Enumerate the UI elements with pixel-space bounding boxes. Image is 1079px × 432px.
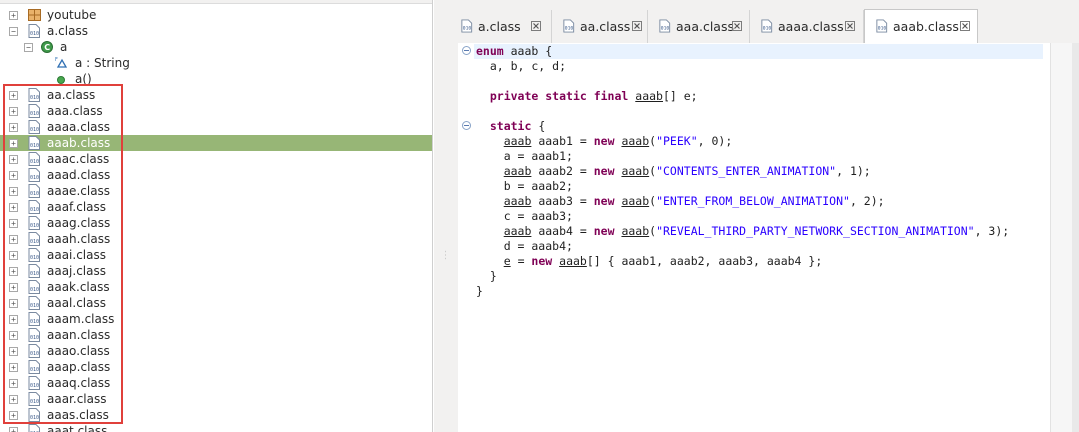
code-line[interactable]: a = aaab1; <box>476 149 573 164</box>
tree-item-class-a[interactable]: − C a <box>0 39 432 55</box>
svg-text:F: F <box>55 57 58 63</box>
tab-label: aaab.class <box>893 19 959 34</box>
tree-item-label: a : String <box>75 56 130 70</box>
close-icon[interactable] <box>732 21 742 31</box>
svg-text:010: 010 <box>661 26 670 32</box>
current-line-highlight <box>474 44 1043 59</box>
close-icon[interactable] <box>960 21 970 31</box>
svg-text:010: 010 <box>30 31 39 37</box>
tab-aaa-class[interactable]: 010 aaa.class <box>648 10 750 43</box>
tab-aaaa-class[interactable]: 010 aaaa.class <box>750 10 864 43</box>
collapse-toggle[interactable]: − <box>24 43 33 52</box>
code-line[interactable]: enum aaab { <box>476 44 552 59</box>
svg-text:010: 010 <box>463 26 472 32</box>
svg-text:010: 010 <box>565 26 574 32</box>
tree-item-label: a <box>60 40 68 54</box>
expand-toggle[interactable]: + <box>9 427 18 432</box>
tab-label: aaa.class <box>676 19 734 34</box>
tree-top-border <box>0 0 432 4</box>
svg-text:010: 010 <box>763 26 772 32</box>
code-line[interactable]: aaab aaab4 = new aaab("REVEAL_THIRD_PART… <box>476 224 1010 239</box>
code-line[interactable]: } <box>476 269 497 284</box>
class-file-icon: 010 <box>761 19 773 33</box>
code-line[interactable]: aaab aaab3 = new aaab("ENTER_FROM_BELOW_… <box>476 194 885 209</box>
class-file-icon: 010 <box>659 19 671 33</box>
code-line[interactable]: } <box>476 284 483 299</box>
tab-label: aaaa.class <box>778 19 844 34</box>
code-line[interactable]: aaab aaab2 = new aaab("CONTENTS_ENTER_AN… <box>476 164 871 179</box>
tab-label: aa.class <box>580 19 631 34</box>
fold-toggle-icon[interactable] <box>462 121 471 130</box>
tree-item-aaat-class[interactable]: + 010 aaat.class <box>0 423 432 432</box>
overview-ruler <box>1072 43 1079 432</box>
class-file-icon: 010 <box>563 19 575 33</box>
tree-item-a-class[interactable]: − 010 a.class <box>0 23 432 39</box>
class-file-icon: 010 <box>28 24 40 38</box>
close-icon[interactable] <box>845 21 855 31</box>
code-line[interactable]: e = new aaab[] { aaab1, aaab2, aaab3, aa… <box>476 254 823 269</box>
svg-text:010: 010 <box>878 26 887 32</box>
annotation-highlight-box <box>3 84 123 424</box>
tab-aaab-class[interactable]: 010 aaab.class <box>864 9 978 44</box>
tree-item-label: aaat.class <box>47 424 108 432</box>
code-line[interactable]: private static final aaab[] e; <box>476 89 698 104</box>
code-line[interactable]: d = aaab4; <box>476 239 573 254</box>
editor-tab-bar: 010 a.class 010 aa.class 010 aaa.class 0… <box>446 0 1079 44</box>
tab-a-class[interactable]: 010 a.class <box>450 10 552 43</box>
tree-item-label: a.class <box>47 24 88 38</box>
pane-splitter[interactable] <box>434 0 446 432</box>
tree-item-label: youtube <box>47 8 97 22</box>
class-file-icon: 010 <box>876 19 888 33</box>
close-icon[interactable] <box>632 21 642 31</box>
code-line[interactable]: c = aaab3; <box>476 209 573 224</box>
code-line[interactable]: aaab aaab1 = new aaab("PEEK", 0); <box>476 134 733 149</box>
package-explorer-tree: + youtube − 010 a.class − C a F a : Stri… <box>0 0 433 432</box>
tab-label: a.class <box>478 19 521 34</box>
close-icon[interactable] <box>531 21 541 31</box>
package-icon <box>28 9 41 21</box>
code-line[interactable]: static { <box>476 119 545 134</box>
expand-toggle[interactable]: + <box>9 11 18 20</box>
tree-item-youtube[interactable]: + youtube <box>0 7 432 23</box>
class-icon: C <box>41 41 53 53</box>
code-line[interactable]: b = aaab2; <box>476 179 573 194</box>
code-line[interactable]: a, b, c, d; <box>476 59 566 74</box>
class-file-icon: 010 <box>461 19 473 33</box>
fold-toggle-icon[interactable] <box>462 46 471 55</box>
tree-item-field-a[interactable]: F a : String <box>0 55 432 71</box>
collapse-toggle[interactable]: − <box>9 27 18 36</box>
svg-text:C: C <box>44 43 50 52</box>
editor-ruler <box>458 43 474 432</box>
field-icon: F <box>55 57 68 68</box>
tab-aa-class[interactable]: 010 aa.class <box>552 10 648 43</box>
class-file-icon: 010 <box>28 424 40 432</box>
